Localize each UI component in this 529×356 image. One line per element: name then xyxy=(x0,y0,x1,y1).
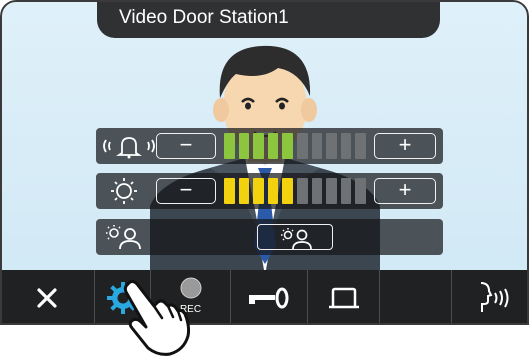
door-release-button[interactable] xyxy=(231,270,308,325)
ring-volume-level-segment xyxy=(311,133,323,159)
bottom-toolbar: REC xyxy=(0,270,529,325)
video-screen: Video Door Station1 − + − + REC xyxy=(0,0,529,325)
talk-button[interactable] xyxy=(452,270,529,325)
backlight-person-icon xyxy=(106,225,141,250)
station-title: Video Door Station1 xyxy=(119,7,289,28)
blank-button[interactable] xyxy=(380,270,452,325)
brightness-level-segment xyxy=(355,178,366,204)
bell-shape-icon xyxy=(328,287,359,308)
ring-volume-level-segment xyxy=(355,133,366,159)
brightness-level-segment xyxy=(326,178,337,204)
key-icon xyxy=(249,287,289,308)
brightness-level-segment xyxy=(282,178,293,204)
brightness-level-meter xyxy=(224,178,366,204)
ring-volume-minus-button[interactable]: − xyxy=(156,133,216,159)
talk-icon xyxy=(480,281,508,312)
option-button[interactable] xyxy=(308,270,380,325)
ring-volume-level-meter xyxy=(224,133,366,159)
brightness-level-segment xyxy=(340,178,352,204)
brightness-minus-button[interactable]: − xyxy=(156,178,216,204)
ring-volume-plus-button[interactable]: + xyxy=(374,133,436,159)
ring-volume-level-segment xyxy=(253,133,264,159)
brightness-level-segment xyxy=(224,178,235,204)
close-icon xyxy=(37,287,57,308)
ring-volume-level-segment xyxy=(282,133,293,159)
brightness-row: − + xyxy=(96,173,443,209)
ring-volume-row: − + xyxy=(96,128,443,164)
brightness-level-segment xyxy=(253,178,264,204)
bell-volume-icon xyxy=(103,137,155,159)
station-title-bar: Video Door Station1 xyxy=(97,0,440,38)
backlight-row xyxy=(96,219,443,255)
ring-volume-level-segment xyxy=(296,133,308,159)
ring-volume-level-segment xyxy=(238,133,250,159)
ring-volume-level-segment xyxy=(267,133,279,159)
brightness-level-segment xyxy=(311,178,323,204)
ring-volume-level-segment xyxy=(326,133,337,159)
close-button[interactable] xyxy=(0,270,95,325)
brightness-level-segment xyxy=(238,178,250,204)
brightness-level-segment xyxy=(296,178,308,204)
brightness-level-segment xyxy=(267,178,279,204)
pointing-hand-icon xyxy=(123,280,191,356)
ring-volume-level-segment xyxy=(224,133,235,159)
backlight-compensation-button[interactable] xyxy=(257,224,333,250)
sun-icon xyxy=(111,178,137,204)
brightness-plus-button[interactable]: + xyxy=(374,178,436,204)
ring-volume-level-segment xyxy=(340,133,352,159)
backlight-person-icon xyxy=(281,228,312,250)
